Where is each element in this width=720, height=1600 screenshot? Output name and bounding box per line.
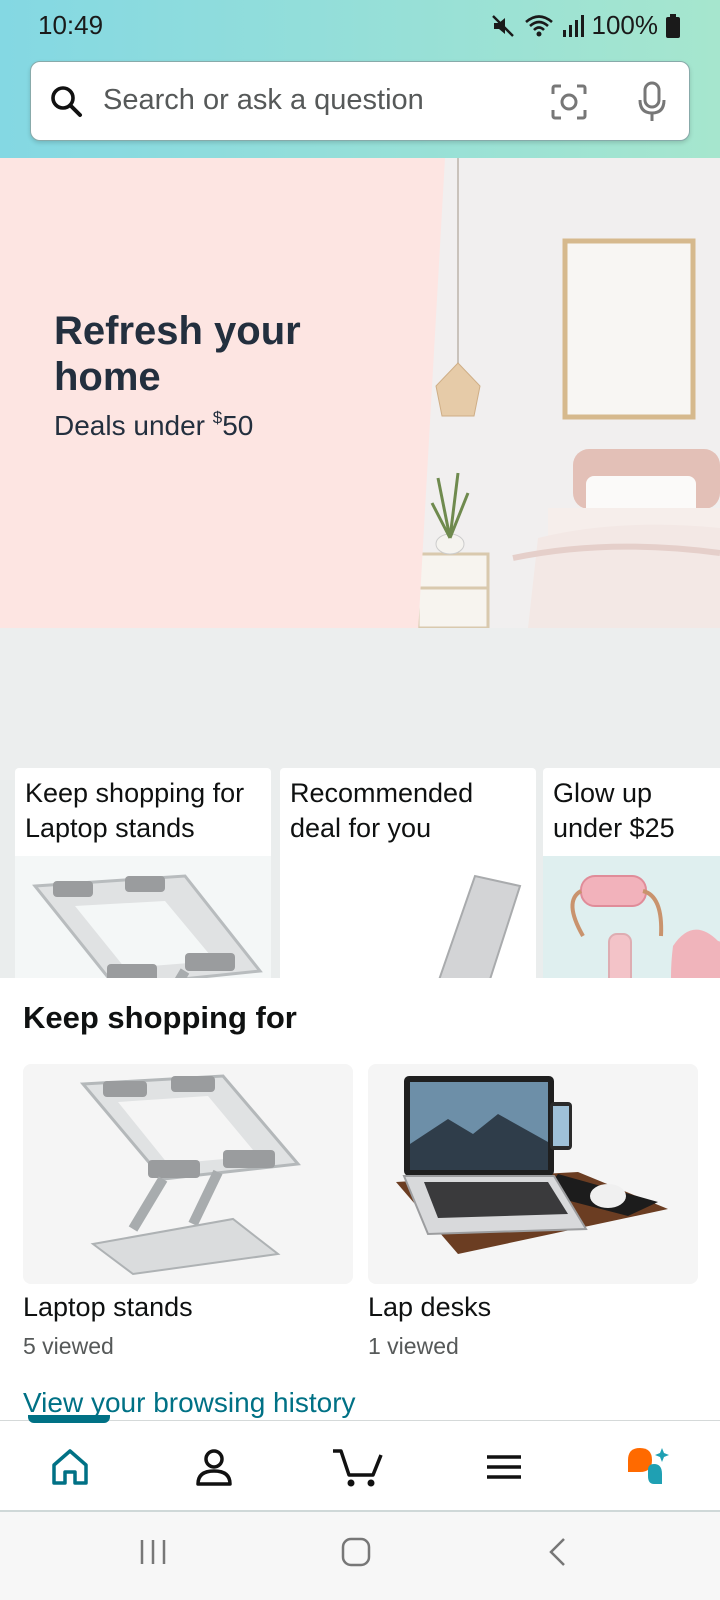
header: 10:49 100% Search or ask a question xyxy=(0,0,720,158)
card-title: Keep shopping for Laptop stands xyxy=(25,776,244,846)
keep-shopping-name[interactable]: Laptop stands xyxy=(23,1292,193,1323)
mute-icon xyxy=(490,13,516,39)
keep-shopping-count: 1 viewed xyxy=(368,1333,459,1359)
status-icons: 100% xyxy=(490,10,680,41)
card-recommended-deal[interactable]: Recommended deal for you xyxy=(280,768,536,978)
home-icon[interactable] xyxy=(49,1446,91,1488)
card-title-line: Recommended xyxy=(290,778,474,808)
hero-title: Refresh your home xyxy=(54,309,301,399)
mic-icon[interactable] xyxy=(635,80,669,129)
camera-icon[interactable] xyxy=(549,82,589,127)
system-navigation-bar xyxy=(0,1512,720,1600)
card-carousel[interactable]: Keep shopping for Laptop stands Recommend… xyxy=(0,768,720,978)
section-title: Keep shopping for xyxy=(23,1000,297,1035)
card-title-line: Laptop stands xyxy=(25,813,195,843)
keep-shopping-tile-lap-desks[interactable] xyxy=(368,1064,698,1284)
hero-subtitle: Deals under $50 xyxy=(54,408,254,442)
hero-banner[interactable]: Refresh your home Deals under $50 Keep s… xyxy=(0,158,720,978)
laptop-stand-image xyxy=(79,1074,301,1276)
card-title-line: Keep shopping for xyxy=(25,778,245,808)
nav-menu[interactable] xyxy=(478,1441,530,1493)
card-glow-up-under-25[interactable]: Glow up under $25 xyxy=(543,768,720,978)
menu-icon[interactable] xyxy=(484,1447,524,1487)
nav-cart[interactable] xyxy=(331,1441,383,1493)
account-icon[interactable] xyxy=(193,1446,235,1488)
keep-shopping-count: 5 viewed xyxy=(23,1333,114,1359)
status-bar: 10:49 100% xyxy=(0,0,720,52)
search-icon[interactable] xyxy=(49,84,85,125)
face-roller-image xyxy=(543,856,720,978)
back-icon[interactable] xyxy=(546,1536,570,1573)
battery-percent: 100% xyxy=(591,10,659,40)
hero-bedroom-image xyxy=(416,158,720,630)
hero-subtitle-prefix: Deals under xyxy=(54,410,213,441)
bottom-nav xyxy=(0,1415,720,1510)
hero-amount: 50 xyxy=(222,410,254,441)
home-button-icon[interactable] xyxy=(340,1536,372,1573)
recent-apps-icon[interactable] xyxy=(138,1536,168,1573)
nav-account[interactable] xyxy=(188,1441,240,1493)
card-title: Glow up under $25 xyxy=(553,776,675,846)
card-keep-shopping-laptop-stands[interactable]: Keep shopping for Laptop stands xyxy=(15,768,271,978)
laptop-stand-image xyxy=(15,856,271,978)
card-title-line: under $25 xyxy=(553,813,675,843)
card-title-line: deal for you xyxy=(290,813,432,843)
signal-icon xyxy=(562,14,584,38)
search-input[interactable]: Search or ask a question xyxy=(30,61,690,141)
keep-shopping-tile-laptop-stands[interactable] xyxy=(23,1064,353,1284)
assistant-icon[interactable] xyxy=(624,1444,672,1490)
hero-currency: $ xyxy=(212,408,223,427)
status-time: 10:49 xyxy=(38,10,104,40)
laptop-on-stand-image xyxy=(280,856,536,978)
card-title-line: Glow up xyxy=(553,778,653,808)
card-title: Recommended deal for you xyxy=(290,776,473,846)
wifi-icon xyxy=(524,13,554,39)
search-placeholder: Search or ask a question xyxy=(103,84,424,116)
nav-assistant[interactable] xyxy=(622,1441,674,1493)
active-tab-indicator xyxy=(28,1415,110,1423)
cart-icon[interactable] xyxy=(331,1445,383,1489)
battery-icon xyxy=(666,13,680,38)
nav-home[interactable] xyxy=(44,1441,96,1493)
keep-shopping-name[interactable]: Lap desks xyxy=(368,1292,491,1323)
lap-desk-image xyxy=(396,1076,668,1254)
